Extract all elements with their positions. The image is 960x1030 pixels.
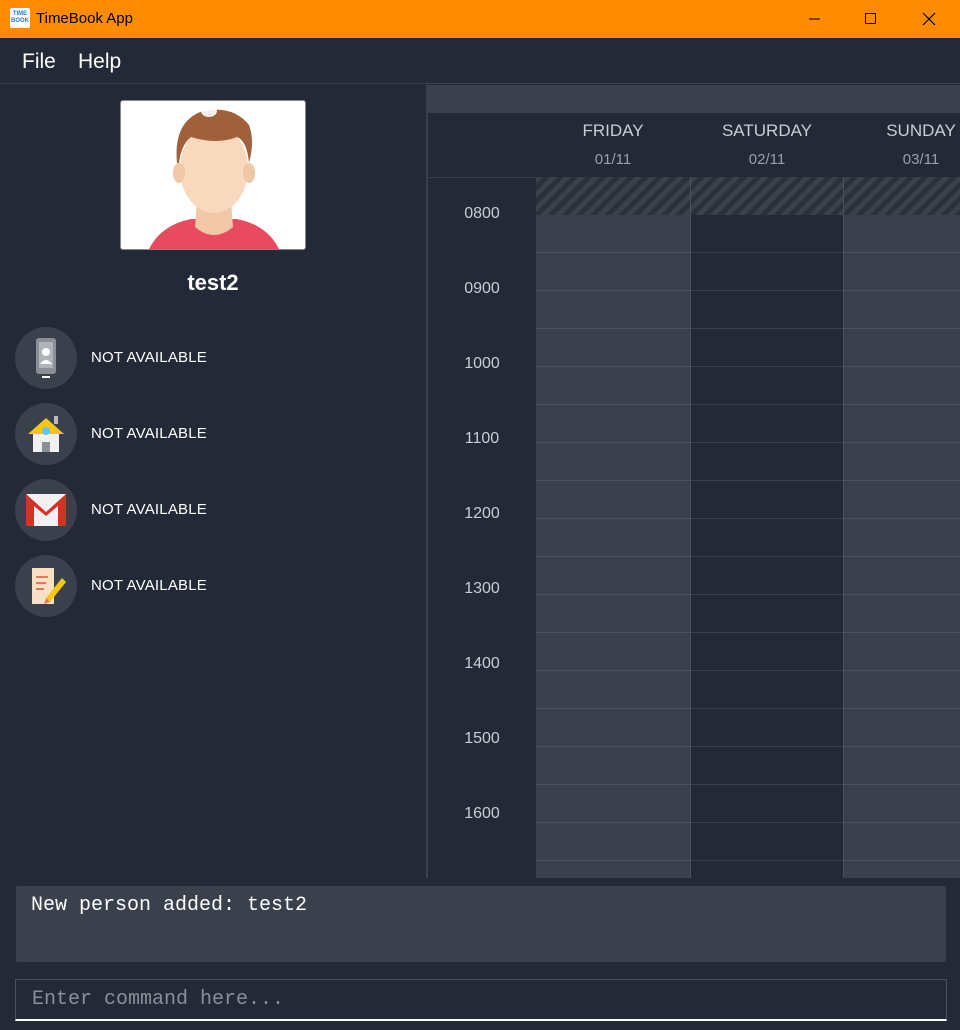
unavailable-hatch	[536, 177, 690, 215]
remark-value: NOT AVAILABLE	[91, 577, 207, 594]
time-label: 1100	[464, 430, 500, 447]
time-label: 1200	[464, 505, 500, 522]
note-pencil-icon	[15, 555, 77, 617]
remark-row: NOT AVAILABLE	[15, 555, 415, 617]
day-name: SUNDAY	[886, 121, 956, 140]
person-avatar-icon	[149, 105, 279, 249]
maximize-button[interactable]	[842, 0, 900, 38]
result-display: New person added: test2	[16, 886, 946, 962]
phone-icon	[15, 327, 77, 389]
time-label: 1300	[464, 580, 500, 597]
day-column-sunday	[844, 177, 960, 878]
avatar	[120, 100, 306, 250]
email-value: NOT AVAILABLE	[91, 501, 207, 518]
window-title: TimeBook App	[36, 10, 133, 27]
command-box	[15, 979, 947, 1021]
email-row: NOT AVAILABLE	[15, 479, 415, 541]
address-value: NOT AVAILABLE	[91, 425, 207, 442]
time-label: 1000	[464, 355, 500, 372]
phone-row: NOT AVAILABLE	[15, 327, 415, 389]
person-panel: test2 NOT AVAILABLE NOT AVAILABLE NOT AV…	[0, 85, 426, 878]
maximize-icon	[865, 13, 876, 24]
day-column-friday	[536, 177, 690, 878]
timetable: FRIDAY 01/11 SATURDAY 02/11 SUNDAY 03/11…	[428, 85, 960, 878]
day-date: 03/11	[902, 151, 940, 168]
home-address-icon	[15, 403, 77, 465]
close-icon	[922, 12, 936, 26]
unavailable-hatch	[844, 177, 960, 215]
day-name: SATURDAY	[721, 121, 813, 140]
time-label: 0900	[464, 280, 500, 297]
phone-value: NOT AVAILABLE	[91, 349, 207, 366]
app-logo-icon: TIME BOOK	[10, 8, 30, 28]
close-button[interactable]	[900, 0, 958, 38]
time-slots[interactable]	[536, 215, 690, 878]
time-slots[interactable]	[844, 215, 960, 878]
day-date: 01/11	[594, 151, 632, 168]
time-label: 0800	[464, 205, 500, 222]
time-column: 0800 0900 1000 1100 1200 1300 1400 1500 …	[428, 177, 537, 878]
unavailable-hatch	[691, 177, 843, 215]
time-label: 1500	[464, 730, 500, 747]
time-slots[interactable]	[691, 215, 843, 878]
result-message: New person added: test2	[31, 894, 308, 917]
person-name: test2	[187, 270, 239, 295]
title-bar: TIME BOOK TimeBook App	[0, 0, 960, 38]
day-column-saturday	[690, 177, 844, 878]
menu-file[interactable]: File	[22, 50, 56, 74]
command-input[interactable]	[16, 980, 946, 1019]
gmail-icon	[15, 479, 77, 541]
timetable-top-bar	[428, 85, 960, 113]
time-label: 1400	[464, 655, 500, 672]
menu-help[interactable]: Help	[78, 50, 121, 74]
minimize-button[interactable]	[786, 0, 844, 38]
timetable-header: FRIDAY 01/11 SATURDAY 02/11 SUNDAY 03/11	[428, 113, 960, 178]
day-date: 02/11	[748, 151, 786, 168]
address-row: NOT AVAILABLE	[15, 403, 415, 465]
time-label: 1600	[464, 805, 500, 822]
day-name: FRIDAY	[582, 121, 644, 140]
menu-bar: File Help	[0, 38, 960, 84]
minimize-icon	[809, 18, 820, 20]
